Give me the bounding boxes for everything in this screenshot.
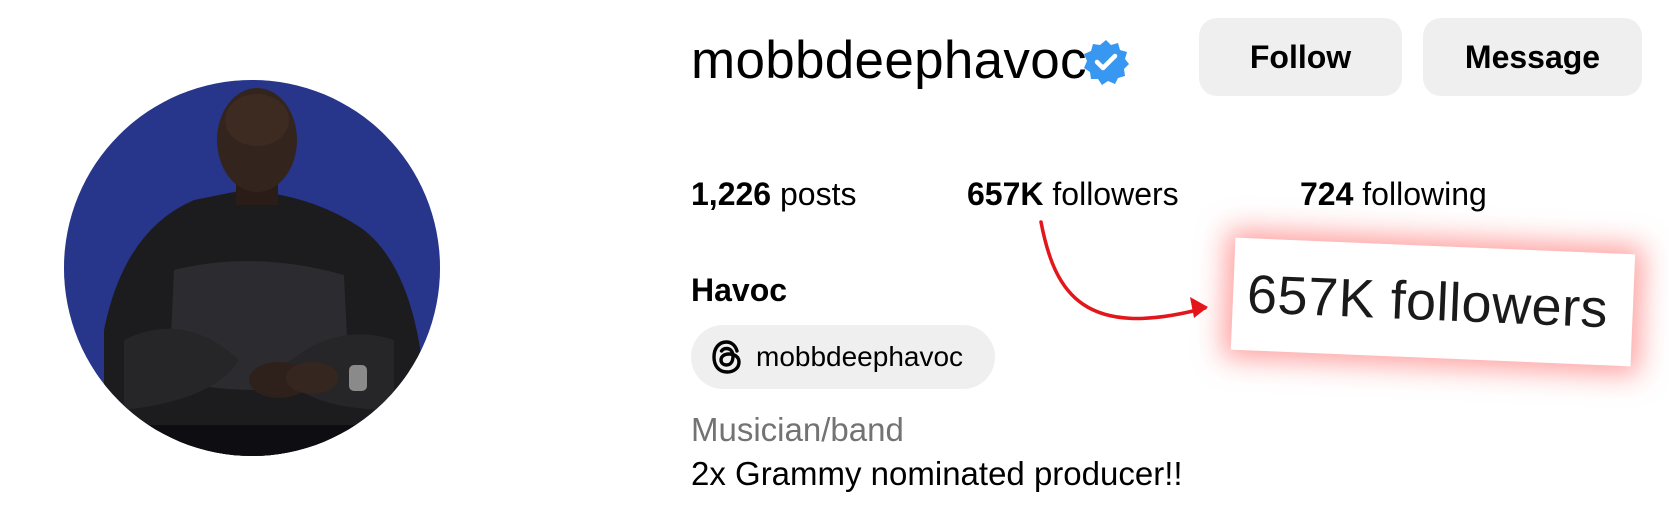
verified-badge-icon bbox=[1084, 40, 1129, 85]
following-stat[interactable]: 724 following bbox=[1300, 172, 1487, 216]
profile-bio: 2x Grammy nominated producer!! bbox=[691, 455, 1183, 492]
following-label: following bbox=[1362, 176, 1487, 212]
profile-category: Musician/band bbox=[691, 411, 904, 448]
message-button[interactable]: Message bbox=[1423, 18, 1642, 96]
avatar-photo bbox=[64, 80, 440, 456]
annotation-callout: 657K followers bbox=[1230, 237, 1636, 367]
posts-stat: 1,226 posts bbox=[691, 172, 856, 216]
followers-count: 657K bbox=[967, 176, 1044, 212]
threads-handle: mobbdeephavoc bbox=[756, 341, 964, 372]
posts-count: 1,226 bbox=[691, 176, 772, 212]
following-count: 724 bbox=[1300, 176, 1354, 212]
threads-link[interactable]: mobbdeephavoc bbox=[691, 325, 995, 389]
followers-stat[interactable]: 657K followers bbox=[967, 172, 1179, 216]
profile-avatar[interactable] bbox=[64, 80, 440, 456]
profile-page: mobbdeephavoc Follow Message 1,226 posts… bbox=[0, 0, 1669, 517]
followers-label: followers bbox=[1052, 176, 1179, 212]
follow-button[interactable]: Follow bbox=[1199, 18, 1402, 96]
profile-full-name: Havoc bbox=[691, 272, 788, 308]
callout-text: 657K followers bbox=[1245, 264, 1610, 340]
threads-icon bbox=[712, 340, 741, 374]
posts-label: posts bbox=[779, 176, 857, 212]
profile-username: mobbdeephavoc bbox=[691, 31, 1087, 90]
